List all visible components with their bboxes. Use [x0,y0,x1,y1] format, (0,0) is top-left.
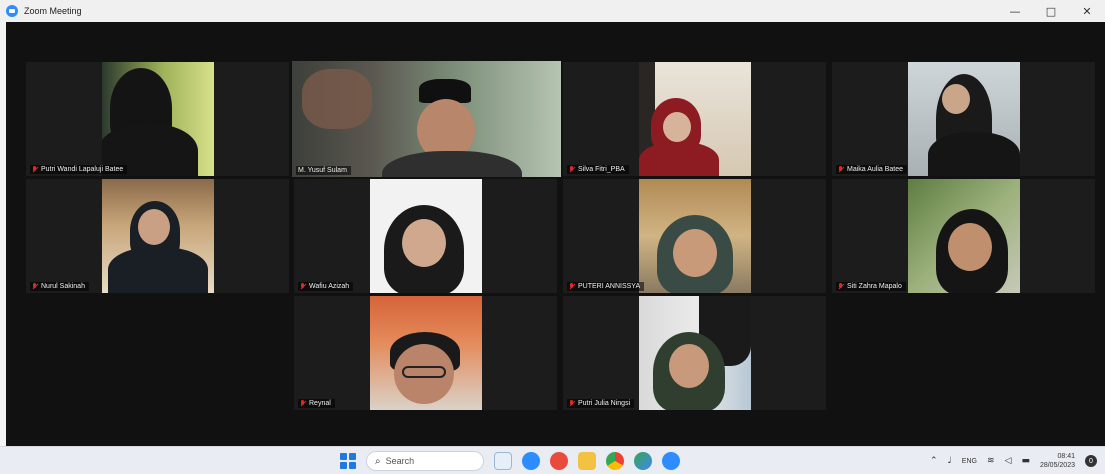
participant-video [102,62,214,176]
system-tray: ⌃ ♩ ENG ≋ ◁ ▬ 08:41 28/05/2023 0 [930,451,1097,471]
clock[interactable]: 08:41 28/05/2023 [1040,452,1075,470]
gallery-view: Putri Wandi Lapaluji Batee M. Yusuf Sula… [6,22,1105,446]
minimize-button[interactable]: — [997,0,1033,22]
participant-video [102,179,214,293]
mic-muted-icon [300,400,306,407]
participant-tile[interactable]: Wafiu Azizah [294,179,557,293]
participant-name-tag: Reynal [298,399,335,408]
participant-name-tag: Maika Aulia Batee [836,165,908,174]
mic-muted-icon [569,166,575,173]
minimize-icon: — [1009,4,1021,18]
mic-muted-icon [838,166,844,173]
search-icon: ⌕ [375,455,381,467]
participant-video [370,179,482,293]
participant-video [639,62,751,176]
participant-video [292,61,561,177]
language-indicator[interactable]: ENG [962,458,977,465]
participant-name-tag: Nurul Sakinah [30,282,89,291]
volume-icon[interactable]: ◁ [1005,456,1012,466]
participant-name-tag: PUTERI ANNISSYA [567,282,645,291]
mic-muted-icon [838,283,844,290]
zoom-video-icon[interactable] [522,452,540,470]
file-explorer-icon[interactable] [494,452,512,470]
participant-tile[interactable]: Silva Fitri_PBA [563,62,826,176]
participant-name-tag: Silva Fitri_PBA [567,165,629,174]
taskbar-search-input[interactable]: ⌕ Search [366,451,484,471]
participant-name-tag: Putri Wandi Lapaluji Batee [30,165,128,174]
windows-start-icon[interactable] [340,453,356,469]
mic-muted-icon [569,283,575,290]
maximize-button[interactable]: □ [1033,0,1069,22]
participant-tile[interactable]: M. Yusuf Sulam [292,61,561,177]
window-controls: — □ ✕ [997,0,1105,22]
participant-tile[interactable]: PUTERI ANNISSYA [563,179,826,293]
participant-tile[interactable]: Nurul Sakinah [26,179,289,293]
microphone-icon[interactable]: ♩ [948,456,952,466]
mic-muted-icon [32,283,38,290]
browser-icon[interactable] [550,452,568,470]
participant-tile[interactable]: Putri Julia Ningsi [563,296,826,410]
zoom-icon[interactable] [662,452,680,470]
participant-tile[interactable]: Putri Wandi Lapaluji Batee [26,62,289,176]
participant-tile[interactable]: Siti Zahra Mapalo [832,179,1095,293]
participant-video [908,179,1020,293]
clock-date: 28/05/2023 [1039,462,1075,469]
folder-icon[interactable] [578,452,596,470]
taskbar-apps: ⌕ Search [340,451,680,471]
taskbar: ⌕ Search ⌃ ♩ ENG ≋ ◁ ▬ 08:41 28/05/2023 … [0,446,1105,474]
battery-icon[interactable]: ▬ [1021,456,1030,466]
chrome-icon[interactable] [606,452,624,470]
mic-muted-icon [569,400,575,407]
participant-name-tag: Putri Julia Ningsi [567,399,635,408]
title-bar: Zoom Meeting — □ ✕ [0,0,1105,22]
notification-badge[interactable]: 0 [1085,455,1097,467]
participant-video [370,296,482,410]
zoom-logo-icon [6,5,18,17]
mic-muted-icon [300,283,306,290]
participant-video [639,179,751,293]
photos-icon[interactable] [634,452,652,470]
participant-tile[interactable]: Maika Aulia Batee [832,62,1095,176]
maximize-icon: □ [1045,4,1057,18]
participant-tile[interactable]: Reynal [294,296,557,410]
participant-video [908,62,1020,176]
participant-name-tag: M. Yusuf Sulam [296,166,351,175]
close-icon: ✕ [1082,4,1092,18]
wifi-icon[interactable]: ≋ [987,456,995,466]
participant-name-tag: Siti Zahra Mapalo [836,282,906,291]
window-title: Zoom Meeting [24,6,82,16]
clock-time: 08:41 [1057,453,1075,460]
chevron-up-icon[interactable]: ⌃ [930,456,938,466]
participant-name-tag: Wafiu Azizah [298,282,354,291]
participant-video [639,296,751,410]
mic-muted-icon [32,166,38,173]
close-button[interactable]: ✕ [1069,0,1105,22]
